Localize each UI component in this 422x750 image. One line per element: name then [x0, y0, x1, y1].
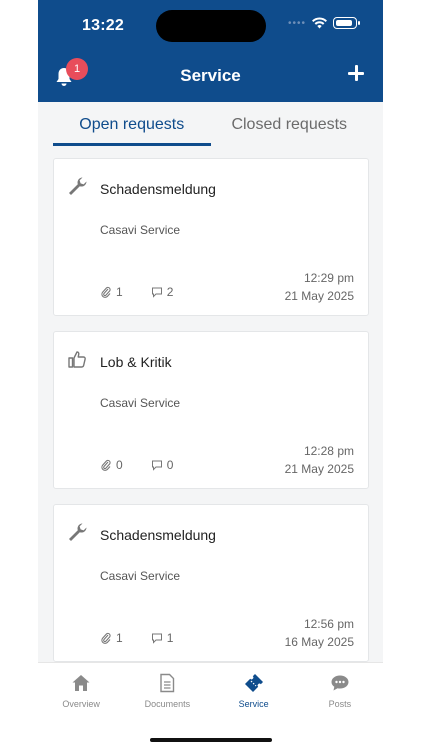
request-timestamp: 12:56 pm 16 May 2025	[285, 615, 354, 651]
request-time: 12:29 pm	[303, 271, 354, 285]
request-tabs: Open requests Closed requests	[53, 116, 368, 146]
request-card[interactable]: Schadensmeldung Casavi Service 1 2 12:29…	[53, 158, 369, 316]
chat-bubble-icon	[331, 675, 349, 691]
nav-label: Overview	[62, 699, 100, 709]
attachment-count: 1	[116, 631, 123, 645]
paperclip-icon	[101, 632, 111, 644]
paperclip-icon	[101, 286, 111, 298]
request-subtitle: Casavi Service	[100, 396, 181, 410]
request-subtitle: Casavi Service	[100, 223, 181, 237]
request-timestamp: 12:28 pm 21 May 2025	[285, 442, 354, 478]
thumbs-up-icon	[68, 351, 86, 368]
status-time: 13:22	[82, 17, 124, 34]
app-header: 13:22 •••• 1 Service	[38, 0, 383, 102]
request-title: Lob & Kritik	[100, 354, 172, 370]
battery-icon	[333, 17, 360, 29]
request-date: 21 May 2025	[284, 462, 354, 476]
app-screen: 13:22 •••• 1 Service Open requests Close…	[38, 0, 383, 750]
request-subtitle: Casavi Service	[100, 569, 181, 583]
comment-icon	[151, 633, 162, 644]
request-title: Schadensmeldung	[100, 527, 216, 543]
comment-icon	[151, 460, 162, 471]
request-card[interactable]: Lob & Kritik Casavi Service 0 0 12:28 pm…	[53, 331, 369, 489]
request-title: Schadensmeldung	[100, 181, 216, 197]
nav-documents[interactable]: Documents	[124, 663, 210, 720]
request-time: 12:28 pm	[303, 444, 354, 458]
request-card[interactable]: Schadensmeldung Casavi Service 1 1 12:56…	[53, 504, 369, 662]
comment-count: 1	[166, 631, 174, 645]
paperclip-icon	[101, 459, 111, 471]
request-timestamp: 12:29 pm 21 May 2025	[285, 269, 354, 305]
nav-label: Documents	[144, 699, 191, 709]
dynamic-island	[156, 10, 266, 42]
tab-closed-requests[interactable]: Closed requests	[211, 116, 369, 146]
request-date: 16 May 2025	[284, 635, 354, 649]
status-icons: ••••	[287, 17, 360, 29]
bottom-navigation: Overview Documents Service Posts	[38, 662, 383, 720]
page-title: Service	[180, 66, 241, 85]
home-icon	[72, 675, 90, 691]
nav-label: Posts	[328, 699, 352, 709]
tab-open-requests[interactable]: Open requests	[53, 116, 211, 146]
comment-icon	[151, 287, 162, 298]
nav-label: Service	[238, 699, 269, 709]
attachment-count: 1	[116, 285, 123, 299]
wrench-icon	[69, 523, 87, 541]
comment-count: 0	[166, 458, 174, 472]
comment-count: 2	[166, 285, 174, 299]
nav-overview[interactable]: Overview	[38, 663, 124, 720]
request-time: 12:56 pm	[303, 617, 354, 631]
attachment-count: 0	[116, 458, 123, 472]
home-indicator[interactable]	[150, 738, 272, 742]
document-icon	[160, 673, 175, 693]
wrench-icon	[69, 177, 87, 195]
request-meta: 1 1	[100, 631, 173, 645]
request-meta: 1 2	[100, 285, 173, 299]
cellular-signal-icon: ••••	[287, 17, 306, 29]
nav-posts[interactable]: Posts	[297, 663, 383, 720]
request-meta: 0 0	[100, 458, 173, 472]
add-request-button[interactable]	[345, 62, 367, 84]
ticket-icon	[244, 674, 263, 692]
request-list-area: Open requests Closed requests Schadensme…	[38, 102, 383, 662]
nav-service[interactable]: Service	[211, 663, 297, 720]
wifi-icon	[312, 17, 327, 29]
request-date: 21 May 2025	[284, 289, 354, 303]
